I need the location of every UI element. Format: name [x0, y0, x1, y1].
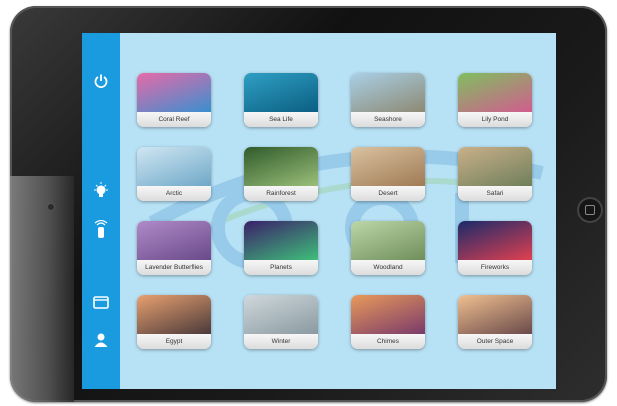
front-camera [48, 204, 54, 210]
display-icon[interactable] [91, 293, 111, 313]
bezel-reflection [10, 176, 74, 402]
scene-tile[interactable]: Woodland [351, 221, 425, 275]
scene-tile[interactable]: Winter [244, 295, 318, 349]
scene-thumbnail [137, 73, 211, 112]
scene-thumbnail [351, 147, 425, 186]
scene-thumbnail [244, 295, 318, 334]
remote-icon[interactable] [91, 219, 111, 239]
scene-label: Desert [351, 186, 425, 201]
scene-tile[interactable]: Lavender Butterflies [137, 221, 211, 275]
scene-label: Woodland [351, 260, 425, 275]
scene-tile[interactable]: Planets [244, 221, 318, 275]
scene-label: Egypt [137, 334, 211, 349]
scene-thumbnail [137, 221, 211, 260]
scene-tile[interactable]: Safari [458, 147, 532, 201]
scene-tile[interactable]: Lily Pond [458, 73, 532, 127]
sidebar [82, 33, 120, 389]
scene-tile[interactable]: Sea Life [244, 73, 318, 127]
scene-label: Fireworks [458, 260, 532, 275]
scene-tile[interactable]: Desert [351, 147, 425, 201]
scene-tile[interactable]: Outer Space [458, 295, 532, 349]
scene-label: Sea Life [244, 112, 318, 127]
scene-tile[interactable]: Egypt [137, 295, 211, 349]
scene-thumbnail [458, 221, 532, 260]
scene-thumbnail [458, 147, 532, 186]
scene-thumbnail [351, 221, 425, 260]
scene-thumbnail [351, 295, 425, 334]
scene-label: Arctic [137, 186, 211, 201]
scene-label: Lily Pond [458, 112, 532, 127]
scene-thumbnail [458, 295, 532, 334]
scene-thumbnail [137, 295, 211, 334]
scene-tile[interactable]: Coral Reef [137, 73, 211, 127]
scene-label: Rainforest [244, 186, 318, 201]
scene-thumbnail [244, 147, 318, 186]
app-screen: Coral Reef Sea Life Seashore Lily Pond Arcti… [82, 33, 556, 389]
scene-label: Seashore [351, 112, 425, 127]
power-icon[interactable] [91, 71, 111, 91]
scene-thumbnail [351, 73, 425, 112]
scene-tile[interactable]: Chimes [351, 295, 425, 349]
scene-tile[interactable]: Seashore [351, 73, 425, 127]
scene-label: Chimes [351, 334, 425, 349]
scene-label: Winter [244, 334, 318, 349]
scene-label: Coral Reef [137, 112, 211, 127]
scene-thumbnail [244, 221, 318, 260]
scene-tile[interactable]: Fireworks [458, 221, 532, 275]
scene-label: Outer Space [458, 334, 532, 349]
home-button[interactable] [577, 197, 603, 223]
scene-label: Planets [244, 260, 318, 275]
scene-thumbnail [137, 147, 211, 186]
scene-label: Safari [458, 186, 532, 201]
scene-thumbnail [458, 73, 532, 112]
tablet-device: Coral Reef Sea Life Seashore Lily Pond Arcti… [10, 6, 607, 402]
lightbulb-icon[interactable] [91, 181, 111, 201]
scene-tile[interactable]: Arctic [137, 147, 211, 201]
user-icon[interactable] [91, 330, 111, 350]
scene-label: Lavender Butterflies [137, 260, 211, 275]
scene-tile[interactable]: Rainforest [244, 147, 318, 201]
scene-thumbnail [244, 73, 318, 112]
